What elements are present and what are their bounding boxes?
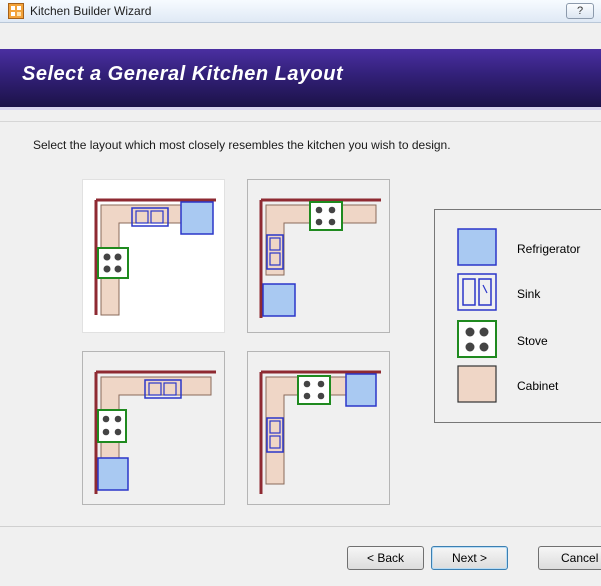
footer-divider [0, 526, 601, 527]
stove-icon [309, 201, 343, 231]
legend-label-sink: Sink [517, 287, 541, 301]
refrigerator-icon [97, 457, 129, 491]
window-title: Kitchen Builder Wizard [30, 4, 152, 18]
legend-label-refrigerator: Refrigerator [517, 242, 581, 256]
stove-icon [97, 409, 127, 443]
layout-option-3[interactable] [82, 351, 225, 505]
legend-label-stove: Stove [517, 334, 548, 348]
instruction-text: Select the layout which most closely res… [33, 138, 451, 152]
layout-3-plan [94, 370, 216, 494]
title-bar: Kitchen Builder Wizard ? [0, 0, 601, 23]
next-button[interactable]: Next > [431, 546, 508, 570]
layout-option-1[interactable] [82, 179, 225, 333]
header-divider [0, 121, 601, 122]
refrigerator-icon [345, 373, 377, 407]
layout-1-plan [94, 198, 216, 316]
legend-label-cabinet: Cabinet [517, 379, 559, 393]
stove-icon [97, 247, 129, 279]
sink-icon [457, 273, 497, 311]
stove-icon [457, 320, 497, 358]
layout-4-plan [259, 370, 381, 494]
cancel-button[interactable]: Cancel [538, 546, 601, 570]
refrigerator-icon [262, 283, 296, 317]
header-banner: Select a General Kitchen Layout [0, 49, 601, 110]
app-icon [8, 3, 24, 19]
layout-option-4[interactable] [247, 351, 390, 505]
refrigerator-icon [457, 228, 497, 266]
layout-option-2[interactable] [247, 179, 390, 333]
cabinet-icon [457, 365, 497, 403]
help-button[interactable]: ? [566, 3, 594, 19]
legend-panel: Refrigerator Sink Stove Cabinet [434, 209, 601, 423]
page-title: Select a General Kitchen Layout [22, 63, 344, 85]
stove-icon [297, 375, 331, 405]
back-button[interactable]: < Back [347, 546, 424, 570]
refrigerator-icon [180, 201, 214, 235]
layout-2-plan [259, 198, 381, 318]
